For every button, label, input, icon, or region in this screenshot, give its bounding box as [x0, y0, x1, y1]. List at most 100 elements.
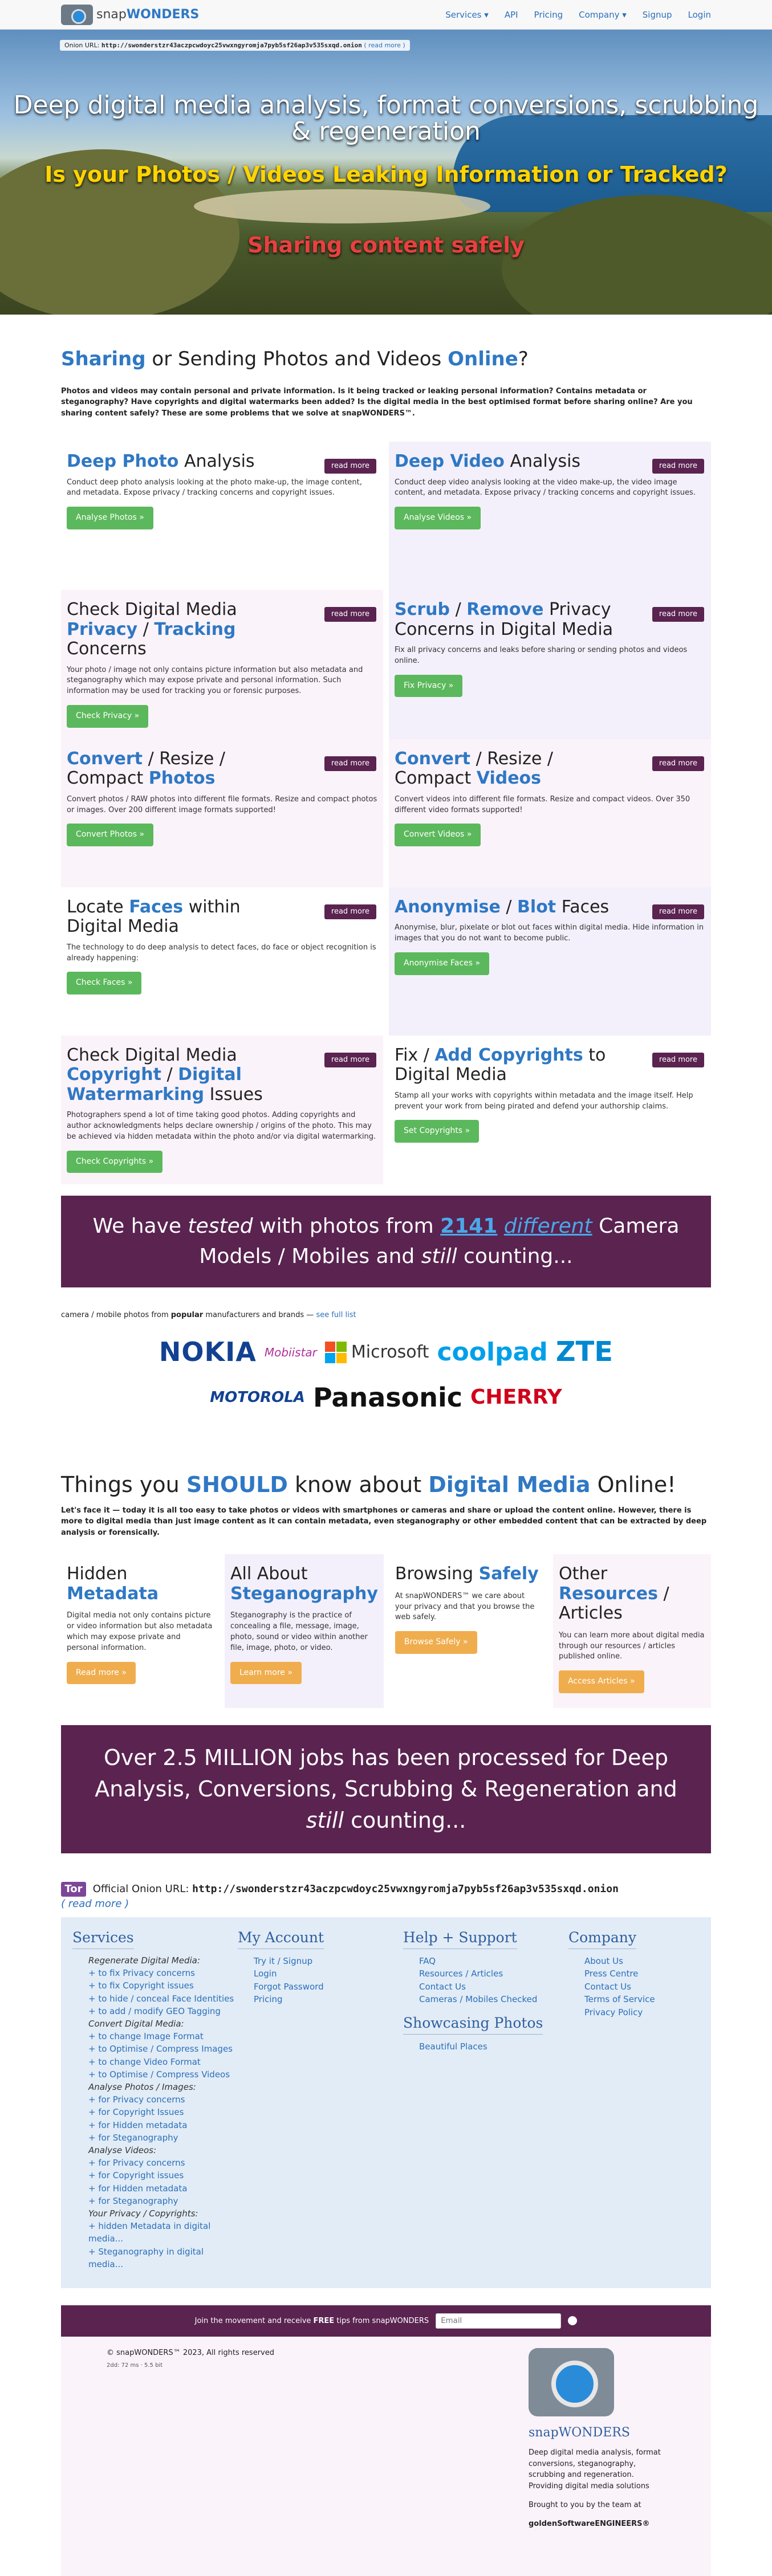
camera-logo-icon — [61, 5, 93, 25]
service-card-button[interactable]: Analyse Videos » — [395, 507, 481, 529]
service-card-button[interactable]: Check Privacy » — [67, 705, 149, 728]
service-card-text: Fix all privacy concerns and leaks befor… — [395, 646, 688, 665]
footer-service-link[interactable]: + for Steganography — [88, 2131, 238, 2145]
info-card-button[interactable]: Access Articles » — [558, 1670, 644, 1693]
nav-pricing[interactable]: Pricing — [534, 9, 563, 21]
footer-company-title: Company — [568, 1927, 637, 1949]
footer-service-link[interactable]: + for Hidden metadata — [88, 2119, 238, 2132]
nav-signup[interactable]: Signup — [643, 9, 672, 21]
nav-login[interactable]: Login — [688, 9, 711, 21]
read-more-button[interactable]: read more — [652, 904, 704, 919]
service-card: Deep Photo Analysis read more Conduct deep… — [61, 442, 383, 590]
copyright-block: © snapWONDERS™ 2023, All rights reserved… — [107, 2348, 274, 2553]
footer-help-link[interactable]: Cameras / Mobiles Checked — [419, 1993, 568, 2006]
footer-account-link[interactable]: Pricing — [254, 1993, 403, 2006]
footer-service-link[interactable]: + Steganography in digital media... — [88, 2245, 238, 2271]
camera-count-link[interactable]: 2141 — [440, 1214, 497, 1238]
read-more-button[interactable]: read more — [324, 904, 376, 919]
service-cards: Deep Photo Analysis read more Conduct deep… — [61, 442, 711, 1185]
info-card-text: Digital media not only contains picture … — [67, 1611, 213, 1652]
footer-service-link[interactable]: + to fix Privacy concerns — [88, 1967, 238, 1980]
brand-mobiistar: Mobiistar — [264, 1345, 317, 1359]
footer-account: My Account Try it / Signup Login Forgot Pa… — [238, 1927, 403, 2271]
footer-service-link[interactable]: + to fix Copyright issues — [88, 1979, 238, 1992]
hero-tagline: Sharing content safely — [247, 233, 525, 258]
hero-banner: Onion URL: http://swonderstzr43aczpcwdoy… — [0, 30, 772, 315]
bottom-section: © snapWONDERS™ 2023, All rights reserved… — [61, 2336, 711, 2576]
tested-banner: We have tested with photos from 2141 dif… — [61, 1196, 711, 1287]
tested-italic: tested — [188, 1214, 253, 1238]
service-card-button[interactable]: Fix Privacy » — [395, 674, 463, 698]
card-title-highlight: Add Copyrights — [434, 1045, 583, 1065]
card-title-highlight: Deep Photo — [67, 451, 179, 472]
footer-help-link[interactable]: Contact Us — [419, 1980, 568, 1994]
footer-service-link[interactable]: + for Steganography — [88, 2195, 238, 2208]
footer-links: Services Regenerate Digital Media: + to f… — [61, 1917, 711, 2288]
onion-url[interactable]: http://swonderstzr43aczpcwdoyc25vwxngyro… — [101, 42, 362, 49]
info-title-highlight: Steganography — [230, 1583, 378, 1604]
service-card-button[interactable]: Convert Videos » — [395, 824, 481, 846]
card-title-mid: / — [450, 600, 467, 620]
footer-showcase-link[interactable]: Beautiful Places — [419, 2040, 568, 2053]
footer-company-link[interactable]: Press Centre — [584, 1967, 705, 1980]
read-more-button[interactable]: read more — [652, 607, 704, 622]
nav-company[interactable]: Company ▾ — [579, 9, 627, 21]
read-more-button[interactable]: read more — [324, 1052, 376, 1067]
footer-service-link[interactable]: + for Privacy concerns — [88, 2157, 238, 2170]
site-logo[interactable]: snapWONDERS — [61, 5, 199, 25]
read-more-button[interactable]: read more — [324, 459, 376, 474]
newsletter-email-input[interactable] — [436, 2313, 562, 2329]
footer-service-category: Analyse Photos / Images: — [88, 2081, 196, 2092]
info-card-button[interactable]: Read more » — [67, 1661, 136, 1685]
service-card-text: Anonymise, blur, pixelate or blot out fa… — [395, 923, 704, 943]
nav-services[interactable]: Services ▾ — [445, 9, 489, 21]
footer-service-link[interactable]: + to Optimise / Compress Images — [88, 2043, 238, 2056]
different-link[interactable]: different — [504, 1214, 592, 1238]
read-more-button[interactable]: read more — [324, 756, 376, 771]
footer-service-link[interactable]: + hidden Metadata in digital media... — [88, 2220, 238, 2245]
footer-company-link[interactable]: About Us — [584, 1955, 705, 1968]
footer-service-link[interactable]: + to add / modify GEO Tagging — [88, 2005, 238, 2018]
card-title-highlight: Convert — [67, 748, 143, 769]
newsletter-submit-icon[interactable] — [568, 2316, 578, 2326]
footer-help-link[interactable]: FAQ — [419, 1955, 568, 1968]
info-title-pre: Browsing — [395, 1564, 479, 1584]
nav-api[interactable]: API — [505, 9, 518, 21]
footer-company-link[interactable]: Contact Us — [584, 1980, 705, 1994]
footer-service-link[interactable]: + for Hidden metadata — [88, 2182, 238, 2195]
footer-service-link[interactable]: + for Copyright issues — [88, 2169, 238, 2182]
footer-service-link[interactable]: + for Privacy concerns — [88, 2093, 238, 2106]
intro-heading-sharing: Sharing — [61, 348, 146, 370]
service-card: Convert / Resize / Compact Videos read mo… — [389, 739, 711, 887]
footer-service-link[interactable]: + to change Image Format — [88, 2030, 238, 2043]
footer-brand-main: WONDERS — [558, 2425, 630, 2440]
footer-account-link[interactable]: Try it / Signup — [254, 1955, 403, 1968]
footer-help-link[interactable]: Resources / Articles — [419, 1967, 568, 1980]
newsletter-pre: Join the movement and receive — [194, 2316, 314, 2325]
service-card-button[interactable]: Check Copyrights » — [67, 1150, 163, 1173]
info-card-button[interactable]: Browse Safely » — [395, 1631, 477, 1654]
footer-service-link[interactable]: + to Optimise / Compress Videos — [88, 2068, 238, 2081]
footer-account-link[interactable]: Login — [254, 1967, 403, 1980]
read-more-button[interactable]: read more — [652, 459, 704, 474]
footer-service-link[interactable]: + to change Video Format — [88, 2056, 238, 2069]
render-stats: 2dd: 72 ms · 5.5 bit — [107, 2362, 163, 2369]
footer-service-link[interactable]: + for Copyright Issues — [88, 2106, 238, 2119]
footer-service-link[interactable]: + to hide / conceal Face Identities — [88, 1992, 238, 2006]
service-card-button[interactable]: Set Copyrights » — [395, 1120, 480, 1143]
service-card-button[interactable]: Analyse Photos » — [67, 507, 153, 529]
onion-footer-read-more[interactable]: ( read more ) — [61, 1898, 129, 1910]
see-full-list-link[interactable]: see full list — [316, 1311, 356, 1319]
service-card-button[interactable]: Check Faces » — [67, 972, 142, 994]
read-more-button[interactable]: read more — [652, 756, 704, 771]
service-card-button[interactable]: Anonymise Faces » — [395, 952, 490, 975]
footer-company-link[interactable]: Terms of Service — [584, 1993, 705, 2006]
info-card-button[interactable]: Learn more » — [230, 1661, 302, 1685]
service-card-button[interactable]: Convert Photos » — [67, 824, 154, 846]
onion-footer-url[interactable]: http://swonderstzr43aczpcwdoyc25vwxngyro… — [192, 1883, 619, 1895]
read-more-button[interactable]: read more — [324, 607, 376, 622]
read-more-button[interactable]: read more — [652, 1052, 704, 1067]
footer-company-link[interactable]: Privacy Policy — [584, 2006, 705, 2019]
footer-account-link[interactable]: Forgot Password — [254, 1980, 403, 1994]
onion-read-more-link[interactable]: ( read more ) — [364, 42, 405, 49]
